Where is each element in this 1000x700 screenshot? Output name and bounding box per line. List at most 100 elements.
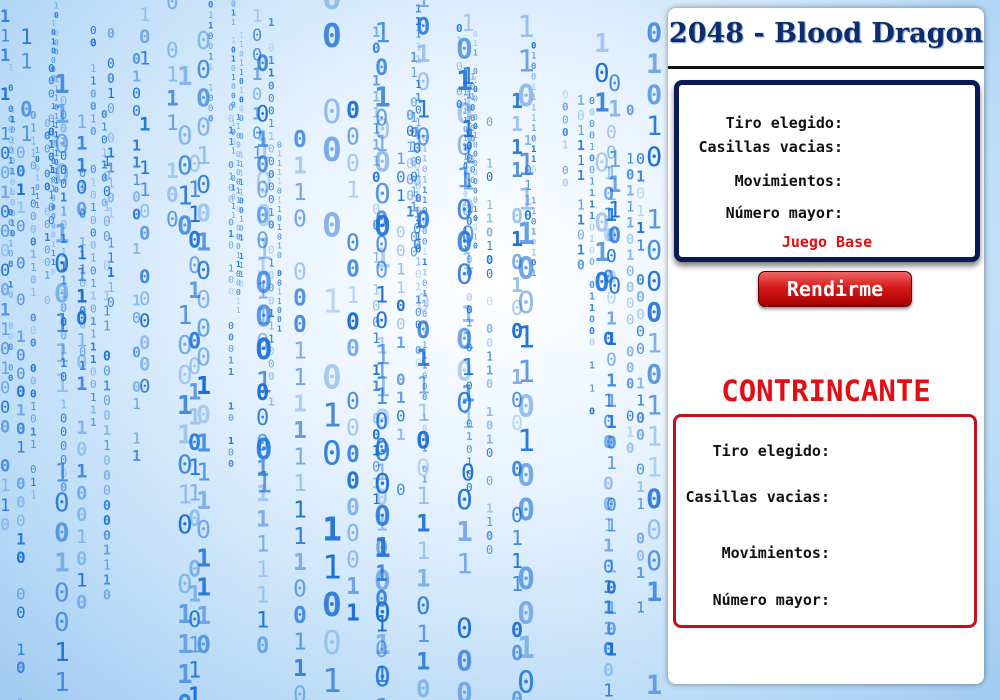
binary-digit: 1 <box>54 220 70 250</box>
binary-digit: 0 <box>486 115 493 129</box>
binary-digit: 1 <box>531 124 536 134</box>
binary-digit: 0 <box>422 279 427 289</box>
binary-digit: 1 <box>236 187 241 196</box>
binary-digit: 0 <box>626 409 634 425</box>
game-mode-label: Juego Base <box>781 233 873 251</box>
binary-digit: 0 <box>636 530 645 548</box>
binary-digit: 0 <box>456 386 473 419</box>
binary-digit: 1 <box>107 251 115 266</box>
binary-digit: 0 <box>8 343 13 353</box>
binary-digit: 0 <box>646 360 662 391</box>
binary-digit: 0 <box>90 264 97 277</box>
binary-digit: 0 <box>410 126 418 141</box>
binary-digit: 0 <box>396 370 406 389</box>
binary-digit: 0 <box>277 251 282 260</box>
binary-digit: 0 <box>196 256 211 285</box>
binary-digit: 0 <box>606 350 617 371</box>
binary-digit: 0 <box>0 457 10 477</box>
binary-digit: 1 <box>76 133 87 155</box>
binary-digit: 0 <box>646 297 662 328</box>
binary-digit: 0 <box>603 556 614 577</box>
binary-digit: 0 <box>103 589 111 604</box>
binary-digit: 1 <box>90 404 97 417</box>
binary-digit: 1 <box>8 157 13 167</box>
binary-digit: 0 <box>375 537 388 562</box>
binary-digit: 0 <box>103 469 111 484</box>
binary-digit: 1 <box>228 436 234 447</box>
opponent-movimientos-label: Movimientos: <box>721 544 830 562</box>
binary-digit: 0 <box>256 634 269 659</box>
binary-digit: 0 <box>103 364 111 379</box>
binary-digit: 1 <box>636 202 645 220</box>
binary-digit: 0 <box>293 286 307 312</box>
binary-digit: 1 <box>577 94 585 109</box>
binary-digit: 1 <box>422 269 427 279</box>
binary-digit: 0 <box>626 280 634 296</box>
binary-digit: 0 <box>606 122 617 143</box>
binary-digit: 0 <box>0 418 10 438</box>
binary-digit: 0 <box>8 322 13 332</box>
binary-digit: 1 <box>511 89 523 113</box>
binary-digit: 1 <box>603 391 614 412</box>
binary-digit: 1 <box>322 395 342 434</box>
binary-digit: 1 <box>410 201 418 216</box>
binary-digit: 0 <box>486 377 493 391</box>
binary-digit: 1 <box>322 547 342 586</box>
binary-digit: 0 <box>486 322 493 336</box>
binary-digit: 0 <box>410 245 418 260</box>
binary-digit: 1 <box>277 288 282 297</box>
binary-digit: 0 <box>577 229 585 244</box>
binary-digit: 0 <box>511 457 523 481</box>
binary-digit: 1 <box>594 29 610 59</box>
binary-digit: 1 <box>236 113 241 122</box>
binary-digit: 1 <box>422 175 427 185</box>
binary-digit: 0 <box>511 204 523 228</box>
binary-digit: 0 <box>228 448 234 459</box>
binary-digit: 0 <box>416 675 430 700</box>
binary-digit: 1 <box>132 136 141 154</box>
binary-digit: 0 <box>486 225 493 239</box>
binary-digit: 0 <box>562 113 569 126</box>
binary-digit: 0 <box>346 442 360 468</box>
binary-digit: 1 <box>8 281 13 291</box>
binary-digit: 0 <box>346 389 360 415</box>
binary-digit: 1 <box>54 459 70 489</box>
binary-digit: 0 <box>346 151 360 177</box>
binary-digit: 1 <box>322 282 342 321</box>
binary-digit: 0 <box>30 236 37 249</box>
binary-digit: 0 <box>256 381 269 406</box>
binary-digit: 0 <box>236 168 241 177</box>
surrender-button[interactable]: Rendirme <box>758 271 912 307</box>
binary-digit: 0 <box>589 131 595 142</box>
binary-digit: 1 <box>577 154 585 169</box>
binary-digit: 1 <box>410 51 418 66</box>
binary-digit: 1 <box>132 395 141 413</box>
binary-digit: 1 <box>422 289 427 299</box>
binary-digit: 0 <box>531 41 536 51</box>
binary-digit: 1 <box>103 544 111 559</box>
binary-digit: 0 <box>8 219 13 229</box>
binary-digit: 1 <box>90 176 97 189</box>
binary-digit: 0 <box>256 229 269 254</box>
binary-digit: 1 <box>76 460 87 482</box>
binary-digit: 1 <box>422 434 427 444</box>
binary-digit: 1 <box>256 558 269 583</box>
player-casillas-label: Casillas vacias: <box>698 138 844 156</box>
binary-digit: 1 <box>416 537 430 565</box>
binary-digit: 0 <box>562 126 569 139</box>
binary-digit: 0 <box>277 214 282 223</box>
binary-digit: 0 <box>107 27 115 42</box>
binary-digit: 0 <box>231 64 236 73</box>
binary-digit: 0 <box>636 409 645 427</box>
binary-digit: 0 <box>422 382 427 392</box>
binary-digit: 1 <box>107 206 115 221</box>
binary-digit: 0 <box>322 433 342 472</box>
binary-digit: 1 <box>372 25 380 41</box>
binary-digit: 0 <box>239 95 244 104</box>
binary-digit: 1 <box>54 309 70 339</box>
binary-digit: 0 <box>646 515 662 546</box>
binary-digit: 0 <box>236 288 241 297</box>
binary-digit: 0 <box>30 362 37 375</box>
binary-digit: 1 <box>132 154 141 172</box>
binary-digit: 0 <box>8 260 13 270</box>
